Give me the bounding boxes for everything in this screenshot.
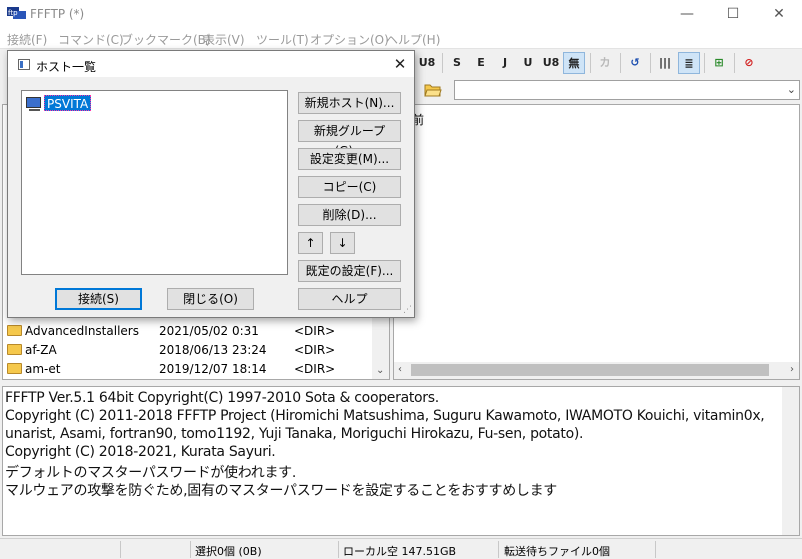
menu-bookmark[interactable]: ブックマーク(B) bbox=[121, 31, 211, 48]
refresh-icon[interactable]: ↺ bbox=[624, 52, 646, 74]
kana-convert-icon[interactable]: カ bbox=[594, 52, 616, 74]
log-line: Copyright (C) 2018-2021, Kurata Sayuri. bbox=[5, 444, 276, 460]
horizontal-scrollbar[interactable]: ‹ › bbox=[394, 362, 799, 379]
ffftp-app-icon: ftp bbox=[7, 7, 26, 19]
connect-button[interactable]: 接続(S) bbox=[55, 288, 142, 310]
computer-icon bbox=[26, 97, 41, 111]
default-settings-button[interactable]: 既定の設定(F)... bbox=[298, 260, 401, 282]
menu-bar: 接続(F) コマンド(C) ブックマーク(B) 表示(V) ツール(T) オプシ… bbox=[0, 28, 802, 48]
status-divider bbox=[120, 541, 121, 558]
utf8-icon[interactable]: U8 bbox=[540, 52, 562, 74]
file-name: am-et bbox=[25, 362, 61, 376]
status-local-free: ローカル空 147.51GB bbox=[343, 545, 457, 558]
menu-command[interactable]: コマンド(C) bbox=[58, 31, 124, 48]
move-up-button[interactable]: ↑ bbox=[298, 232, 323, 254]
log-line: デフォルトのマスターパスワードが使われます. bbox=[5, 465, 297, 481]
status-queue: 転送待ちファイル0個 bbox=[504, 545, 610, 558]
folder-icon bbox=[7, 363, 22, 374]
move-down-button[interactable]: ↓ bbox=[330, 232, 355, 254]
detail-view-icon[interactable]: ≣ bbox=[678, 52, 700, 74]
copy-button[interactable]: コピー(C) bbox=[298, 176, 401, 198]
list-item[interactable]: AdvancedInstallers 2021/05/02 0:31 <DIR> bbox=[3, 322, 373, 341]
maximize-button[interactable]: ☐ bbox=[710, 0, 756, 28]
scrollbar-thumb[interactable] bbox=[411, 364, 769, 376]
scroll-down-icon[interactable]: ⌄ bbox=[376, 365, 384, 376]
file-size: <DIR> bbox=[294, 343, 336, 357]
new-group-button[interactable]: 新規グループ(G)... bbox=[298, 120, 401, 158]
toolbar-separator bbox=[590, 53, 591, 73]
toolbar-separator bbox=[620, 53, 621, 73]
no-conversion-icon[interactable]: 無 bbox=[563, 52, 585, 74]
file-date: 2021/05/02 0:31 bbox=[159, 324, 259, 338]
toolbar-separator bbox=[650, 53, 651, 73]
new-host-button[interactable]: 新規ホスト(N)... bbox=[298, 92, 401, 114]
dialog-title: ホスト一覧 bbox=[36, 60, 97, 74]
menu-connect[interactable]: 接続(F) bbox=[7, 31, 47, 48]
window-title: FFFTP (*) bbox=[30, 7, 85, 21]
edit-settings-button[interactable]: 設定変更(M)... bbox=[298, 148, 401, 170]
utf8-transfer-icon[interactable]: U8 bbox=[416, 52, 438, 74]
file-name: AdvancedInstallers bbox=[25, 324, 139, 338]
abort-icon[interactable]: ⊘ bbox=[738, 52, 760, 74]
file-date: 2018/06/13 23:24 bbox=[159, 343, 267, 357]
menu-options[interactable]: オプション(O) bbox=[310, 31, 389, 48]
file-size: <DIR> bbox=[294, 362, 336, 376]
close-button[interactable]: 閉じる(O) bbox=[167, 288, 254, 310]
menu-help[interactable]: ヘルプ(H) bbox=[386, 31, 440, 48]
menu-view[interactable]: 表示(V) bbox=[203, 31, 245, 48]
minimize-button[interactable]: — bbox=[664, 0, 710, 28]
status-divider bbox=[338, 541, 339, 558]
status-divider bbox=[498, 541, 499, 558]
host-name[interactable]: PSVITA bbox=[44, 95, 92, 111]
status-divider bbox=[190, 541, 191, 558]
host-list[interactable]: PSVITA bbox=[21, 90, 288, 275]
sync-tree-icon[interactable]: ⊞ bbox=[708, 52, 730, 74]
delete-button[interactable]: 削除(D)... bbox=[298, 204, 401, 226]
file-size: <DIR> bbox=[294, 324, 336, 338]
euc-icon[interactable]: E bbox=[470, 52, 492, 74]
folder-icon bbox=[7, 344, 22, 355]
resize-grip-icon[interactable]: ⋰ bbox=[403, 305, 412, 315]
list-item[interactable]: am-et 2019/12/07 18:14 <DIR> bbox=[3, 360, 373, 379]
list-view-icon[interactable]: ||| bbox=[654, 52, 676, 74]
help-button[interactable]: ヘルプ bbox=[298, 288, 401, 310]
status-bar: 選択0個 (0B) ローカル空 147.51GB 転送待ちファイル0個 bbox=[0, 538, 802, 559]
log-line: FFFTP Ver.5.1 64bit Copyright(C) 1997-20… bbox=[5, 390, 439, 406]
window-icon bbox=[18, 59, 30, 70]
menu-tools[interactable]: ツール(T) bbox=[256, 31, 309, 48]
jis-icon[interactable]: J bbox=[494, 52, 516, 74]
utf8-bom-icon[interactable]: U bbox=[517, 52, 539, 74]
close-window-button[interactable]: ✕ bbox=[756, 0, 802, 28]
ffftp-window: ftp FFFTP (*) — ☐ ✕ 接続(F) コマンド(C) ブックマーク… bbox=[0, 0, 802, 559]
svg-text:ftp: ftp bbox=[8, 9, 18, 17]
dialog-close-icon[interactable]: ✕ bbox=[386, 53, 414, 75]
chevron-down-icon[interactable]: ⌄ bbox=[787, 83, 796, 96]
log-line: Copyright (C) 2011-2018 FFFTP Project (H… bbox=[5, 408, 765, 424]
dialog-title-bar: ホスト一覧 ✕ bbox=[8, 51, 414, 77]
folder-icon bbox=[7, 325, 22, 336]
toolbar-separator bbox=[734, 53, 735, 73]
status-divider bbox=[655, 541, 656, 558]
remote-path-combobox[interactable]: ⌄ bbox=[454, 80, 800, 100]
scroll-left-icon[interactable]: ‹ bbox=[398, 364, 402, 375]
toolbar-separator bbox=[704, 53, 705, 73]
sjis-icon[interactable]: S bbox=[446, 52, 468, 74]
scroll-right-icon[interactable]: › bbox=[790, 364, 794, 375]
file-name: af-ZA bbox=[25, 343, 57, 357]
log-scrollbar[interactable] bbox=[782, 387, 799, 535]
toolbar-separator bbox=[442, 53, 443, 73]
status-selected: 選択0個 (0B) bbox=[195, 545, 262, 558]
remote-file-list[interactable]: 前 ‹ › bbox=[393, 104, 800, 380]
file-date: 2019/12/07 18:14 bbox=[159, 362, 267, 376]
title-bar: ftp FFFTP (*) — ☐ ✕ bbox=[0, 0, 802, 28]
open-folder-icon[interactable] bbox=[424, 82, 442, 97]
list-item[interactable]: af-ZA 2018/06/13 23:24 <DIR> bbox=[3, 341, 373, 360]
log-line: unarist, Asami, fortran90, tomo1192, Yuj… bbox=[5, 426, 584, 442]
log-line: マルウェアの攻撃を防ぐため,固有のマスターパスワードを設定することをおすすめしま… bbox=[5, 483, 558, 499]
log-area[interactable]: FFFTP Ver.5.1 64bit Copyright(C) 1997-20… bbox=[2, 386, 800, 536]
host-list-dialog: ホスト一覧 ✕ PSVITA 新規ホスト(N)... 新規グループ(G)... … bbox=[7, 50, 415, 318]
